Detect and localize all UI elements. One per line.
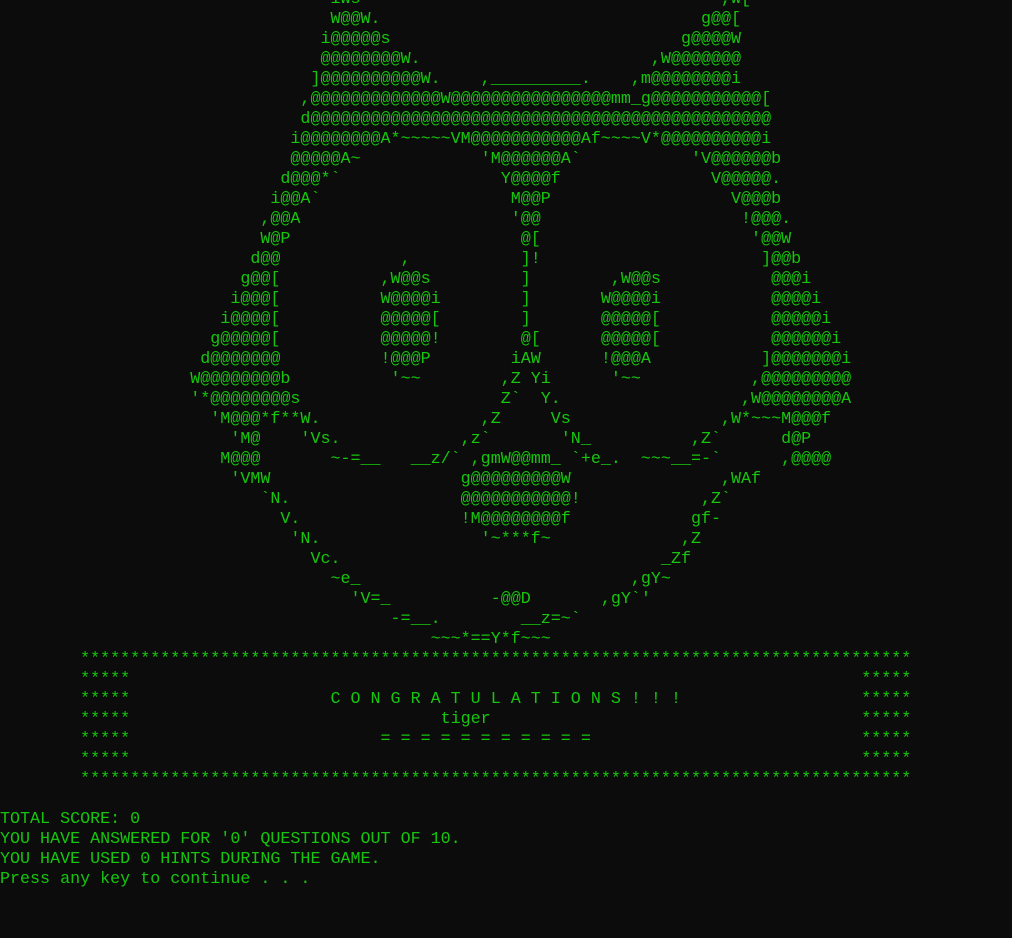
continue-prompt[interactable]: Press any key to continue . . . [0,870,1012,890]
art-line: -=__. __z=~` [0,610,581,629]
banner-border-top: ****************************************… [0,650,912,669]
questions-answered-text: YOU HAVE ANSWERED FOR '0' QUESTIONS OUT … [0,830,461,849]
art-line: Vc. _Zf [0,550,691,569]
art-line: 'VMW g@@@@@@@@@W ,WAf [0,470,762,489]
console-window[interactable]: iWs ,W[ W@@W. g@@[ i@@@@@s g@@@@W [0,0,1012,938]
art-line: 'M@@@*f**W. ,Z Vs ,W*~~~M@@@f [0,410,832,429]
art-line: i@@@@@s g@@@@W [0,30,742,49]
art-line: i@@@@@@@@A*~~~~~VM@@@@@@@@@@@Af~~~~V*@@@… [0,130,772,149]
art-line: ,@@@@@@@@@@@@@W@@@@@@@@@@@@@@@@mm_g@@@@@… [0,90,772,109]
art-line: 'M@ 'Vs. ,z` 'N_ ,Z` d@P [0,430,812,449]
art-line: ~~~*==Y*f~~~ [0,630,551,649]
art-line: 'V=_ -@@D ,gY`' [0,590,651,609]
art-line: d@@@@@@@@@@@@@@@@@@@@@@@@@@@@@@@@@@@@@@@… [0,110,772,129]
art-line: @@@@@@@@W. ,W@@@@@@@ [0,50,742,69]
art-line: W@P @[ '@@W [0,230,792,249]
art-line: d@@@@@@@ !@@@P iAW !@@@A ]@@@@@@@i [0,350,852,369]
total-score-text: TOTAL SCORE: 0 [0,810,141,829]
art-line: ,@@A '@@ !@@@. [0,210,792,229]
art-line: W@@@@@@@@b '~~ ,Z Yi '~~ ,@@@@@@@@@ [0,370,852,389]
art-line: ]@@@@@@@@@@W. ,_________. ,m@@@@@@@@i [0,70,742,89]
art-line: V. !M@@@@@@@@f gf- [0,510,722,529]
art-line: i@@@[ W@@@@i ] W@@@@i @@@@i [0,290,822,309]
results-summary: TOTAL SCORE: 0 YOU HAVE ANSWERED FOR '0'… [0,810,1012,890]
banner-player-name: ***** tiger ***** [0,710,912,729]
art-line: W@@W. g@@[ [0,10,742,29]
art-line: i@@A` M@@P V@@@b [0,190,782,209]
ascii-art-cat: iWs ,W[ W@@W. g@@[ i@@@@@s g@@@@W [0,0,1012,650]
art-line: ~e_ ,gY~ [0,570,671,589]
art-line: @@@@@A~ 'M@@@@@@A` 'V@@@@@@b [0,150,782,169]
banner-underline: ***** = = = = = = = = = = = ***** [0,730,912,749]
art-line: g@@@@@[ @@@@@! @[ @@@@@[ @@@@@@i [0,330,842,349]
art-line: d@@ , ]! ]@@b [0,250,802,269]
art-line: g@@[ ,W@@s ] ,W@@s @@@i [0,270,812,289]
banner-title: ***** C O N G R A T U L A T I O N S ! ! … [0,690,912,709]
art-line: 'N. '~***f~ ,Z [0,530,701,549]
art-line: '*@@@@@@@@s Z` Y. ,W@@@@@@@@A [0,390,852,409]
hints-used-text: YOU HAVE USED 0 HINTS DURING THE GAME. [0,850,381,869]
banner-line: ***** ***** [0,750,912,769]
banner-border-bottom: ****************************************… [0,770,912,789]
banner-line: ***** ***** [0,670,912,689]
art-line: iWs ,W[ [0,0,1012,10]
art-line: M@@@ ~-=__ __z/` ,gmW@@mm_ `+e_. ~~~__=-… [0,450,832,469]
congratulations-banner: ****************************************… [0,650,1012,790]
art-line: d@@@*` Y@@@@f V@@@@@. [0,170,782,189]
art-line: i@@@@[ @@@@@[ ] @@@@@[ @@@@@i [0,310,832,329]
art-line: `N. @@@@@@@@@@@! ,Z` [0,490,732,509]
